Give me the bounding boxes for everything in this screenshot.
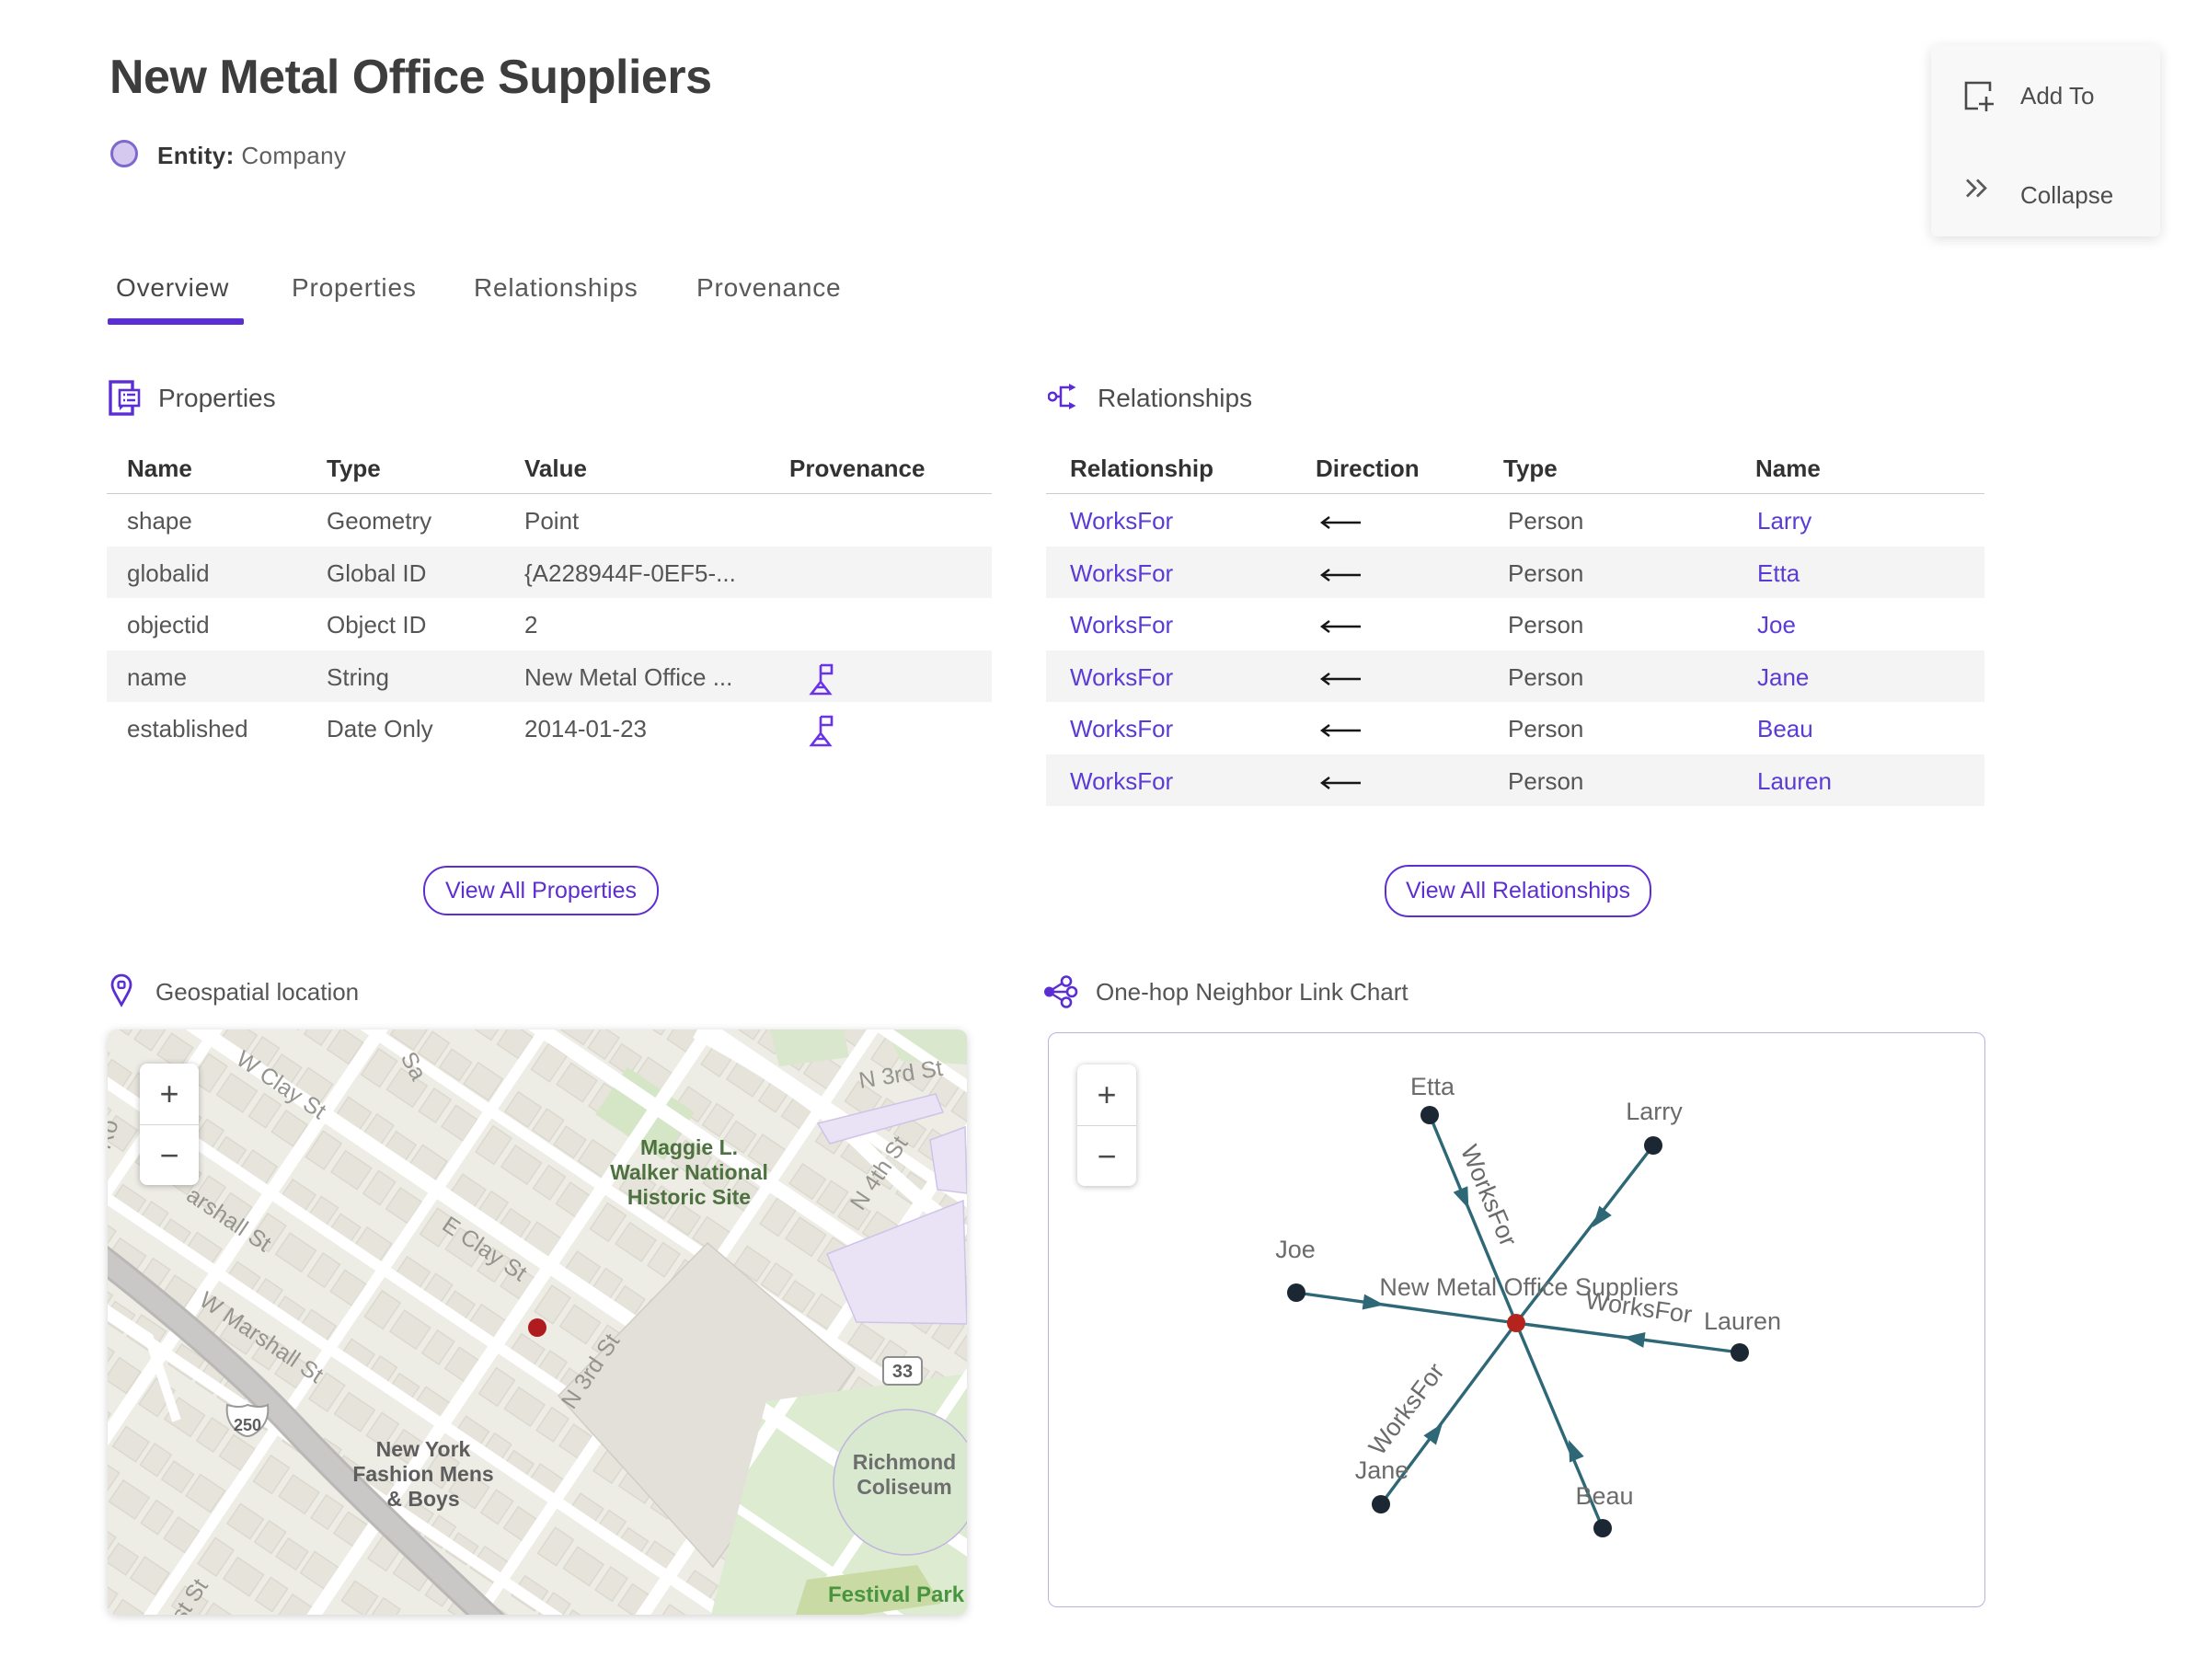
svg-text:250: 250 — [234, 1416, 261, 1434]
svg-text:Fashion Mens: Fashion Mens — [352, 1462, 493, 1486]
svg-text:33: 33 — [892, 1362, 913, 1382]
svg-text:Beau: Beau — [1575, 1482, 1633, 1510]
svg-text:& Boys: & Boys — [386, 1487, 459, 1511]
svg-text:Walker National: Walker National — [610, 1160, 768, 1184]
svg-text:New York: New York — [376, 1437, 471, 1461]
svg-text:Joe: Joe — [1275, 1236, 1316, 1263]
svg-text:Etta: Etta — [1410, 1073, 1455, 1100]
svg-text:Lauren: Lauren — [1704, 1307, 1781, 1335]
svg-text:Coliseum: Coliseum — [857, 1475, 952, 1499]
svg-text:Festival Park: Festival Park — [828, 1582, 965, 1607]
svg-text:Historic Site: Historic Site — [627, 1185, 751, 1209]
svg-text:Richmond: Richmond — [853, 1450, 956, 1474]
svg-text:WorksFor: WorksFor — [1363, 1358, 1450, 1460]
svg-text:Maggie L.: Maggie L. — [640, 1135, 738, 1159]
svg-text:Jane: Jane — [1355, 1456, 1409, 1484]
svg-text:Larry: Larry — [1626, 1098, 1683, 1125]
